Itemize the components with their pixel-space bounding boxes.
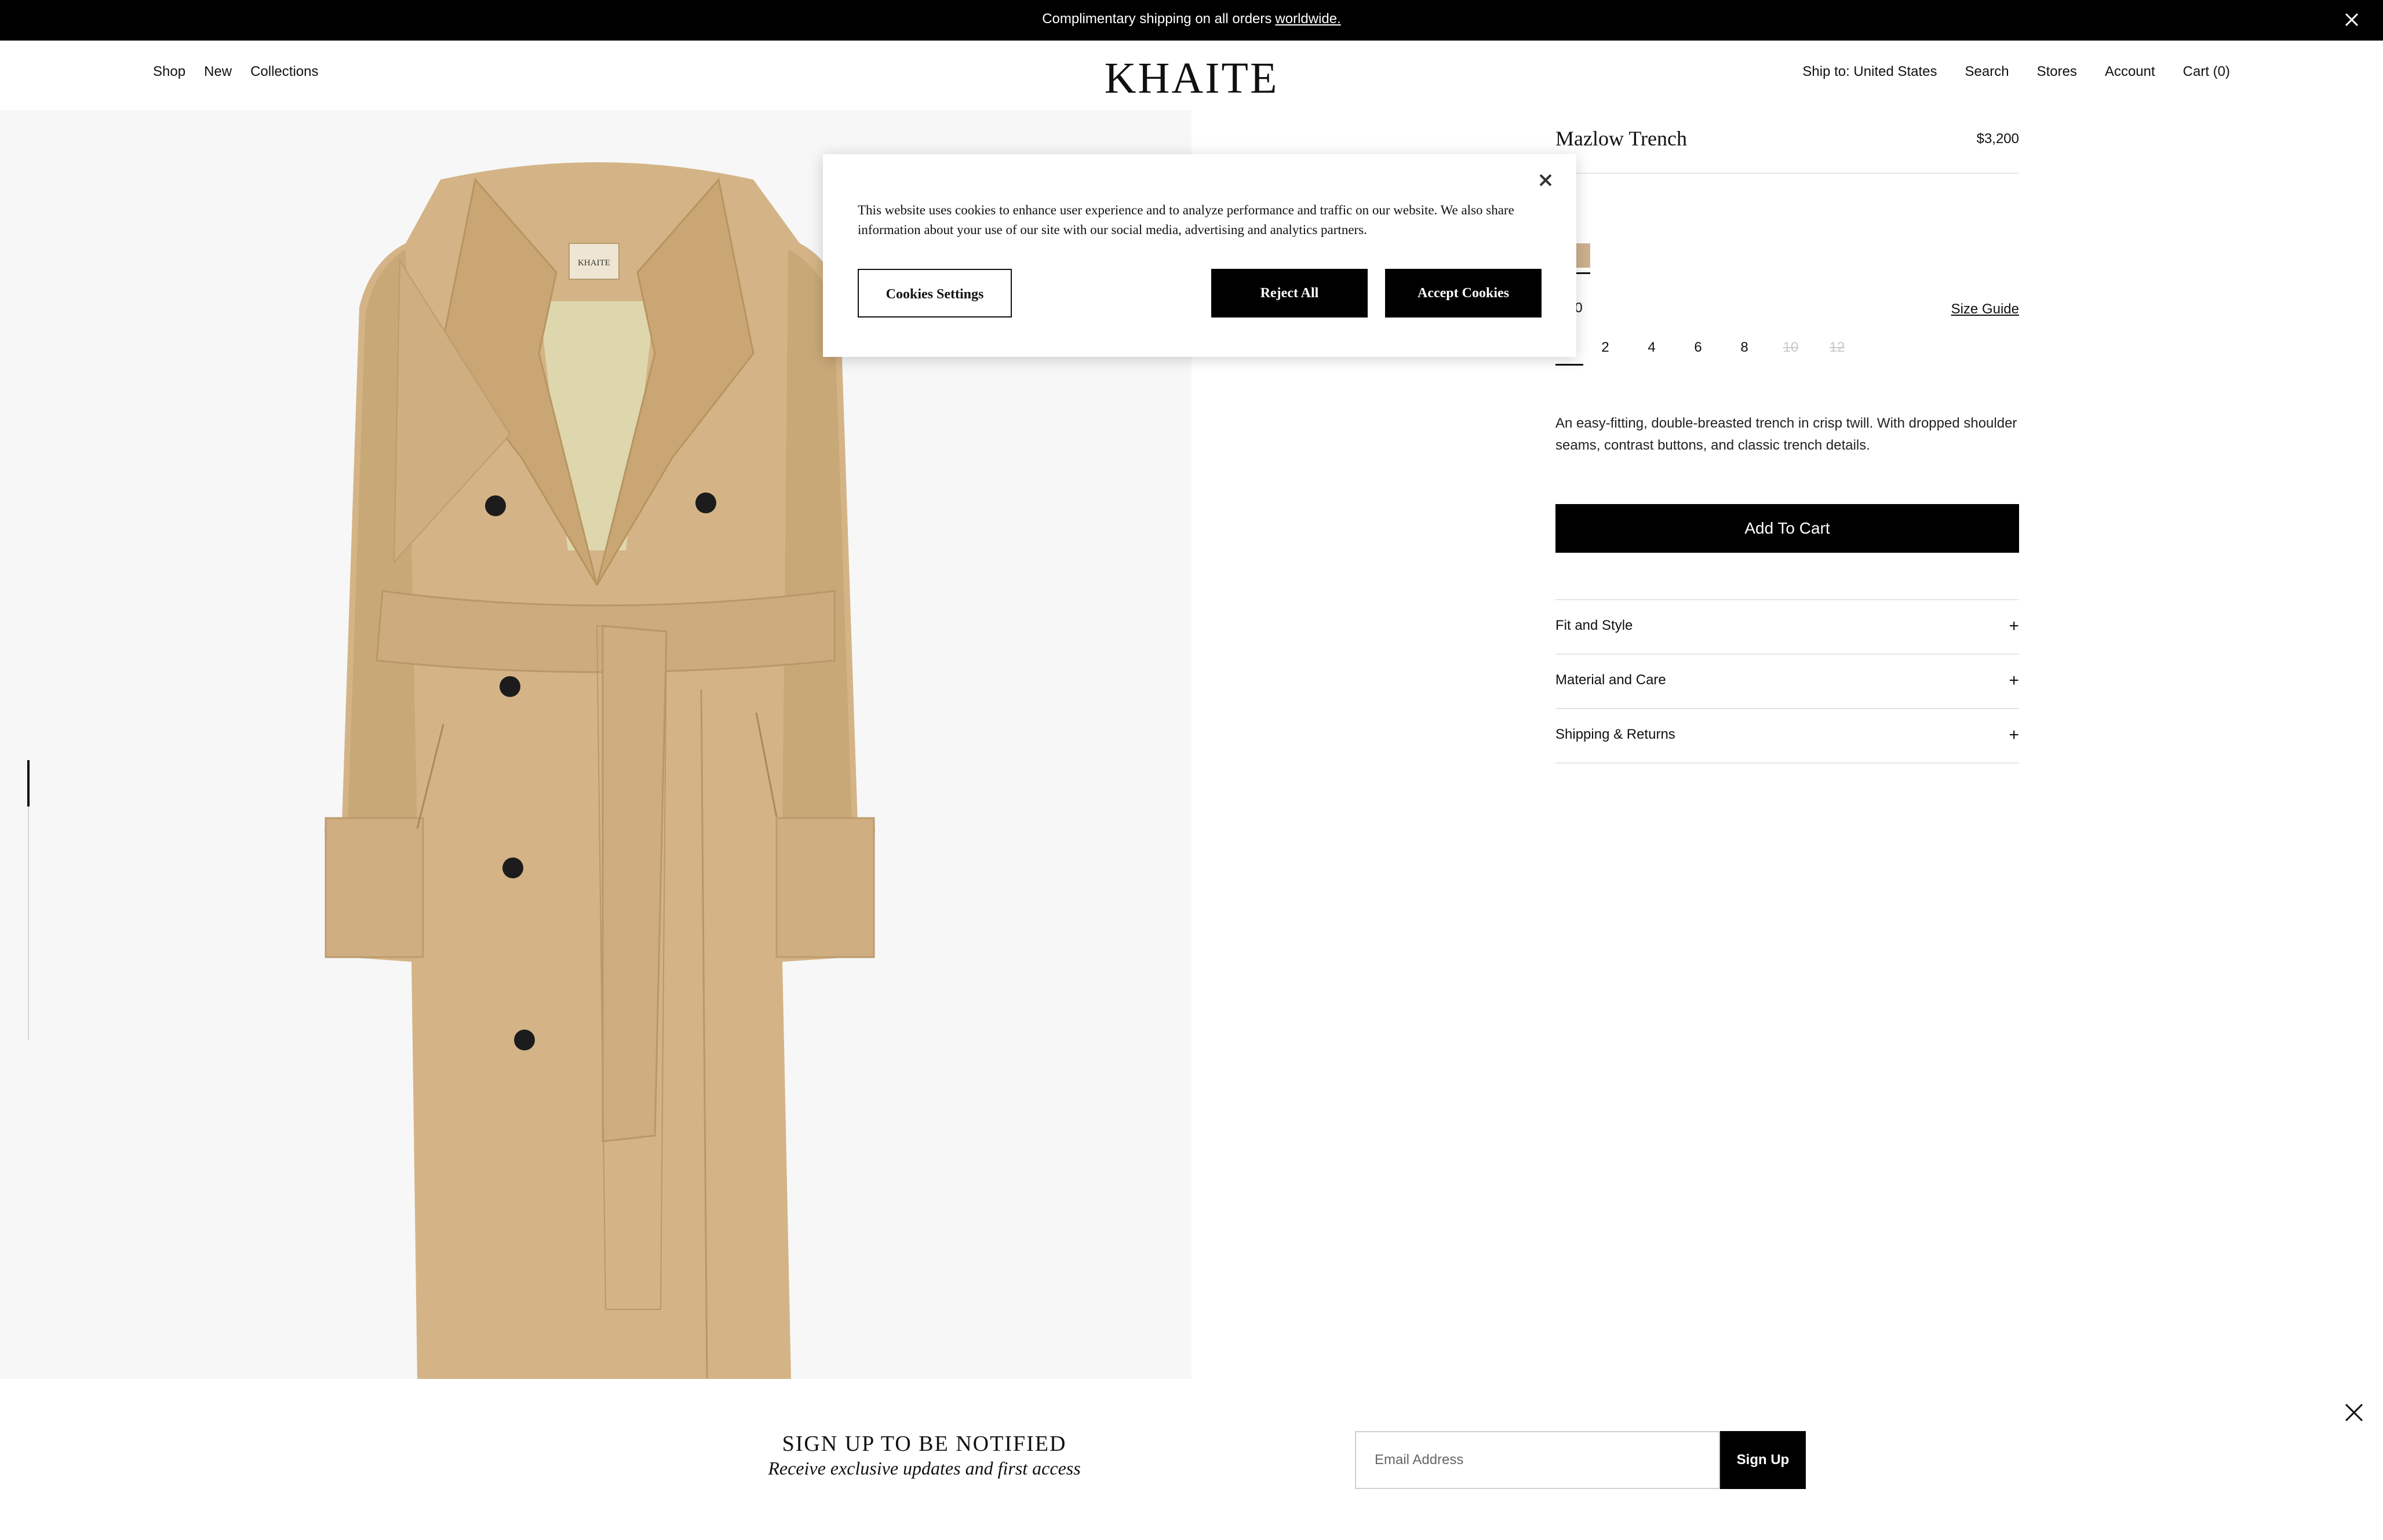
size-option-12[interactable]: 12 [1814,340,1860,356]
close-icon[interactable] [2340,8,2363,31]
product-description: An easy-fitting, double-breasted trench … [1555,415,2017,453]
signup-subheading: Receive exclusive updates and first acce… [768,1458,1081,1479]
primary-nav: Shop New Collections [153,64,318,80]
product-title: Mazlow Trench [1555,127,1687,150]
nav-search[interactable]: Search [1965,64,2009,80]
plus-icon: + [2009,616,2019,636]
gallery-progress-indicator [27,760,30,807]
plus-icon: + [2009,671,2019,690]
nav-ship-to[interactable]: Ship to: United States [1802,64,1937,80]
reject-all-button[interactable]: Reject All [1211,269,1368,318]
cookie-message: This website uses cookies to enhance use… [858,203,1514,237]
nav-new[interactable]: New [204,64,232,80]
coat-label: KHAITE [578,258,610,268]
size-option-8[interactable]: 8 [1721,340,1768,356]
announcement-text: Complimentary shipping on all orders [1042,11,1272,27]
accordion-label: Material and Care [1555,672,1666,688]
product-title-row: Mazlow Trench $3,200 [1555,126,2019,174]
nav-stores[interactable]: Stores [2037,64,2077,80]
signup-heading: SIGN UP TO BE NOTIFIED [782,1432,1067,1456]
size-selector: 2 4 6 8 10 12 [1555,340,1860,356]
site-header: Shop New Collections KHAITE Ship to: Uni… [0,41,2383,110]
announcement-link[interactable]: worldwide. [1275,11,1340,27]
nav-collections[interactable]: Collections [250,64,318,80]
brand-logo[interactable]: KHAITE [1102,52,1281,104]
accordion-material-and-care[interactable]: Material and Care + [1555,654,2019,708]
cookies-settings-button[interactable]: Cookies Settings [858,269,1012,318]
nav-shop[interactable]: Shop [153,64,185,80]
accept-cookies-button[interactable]: Accept Cookies [1385,269,1542,318]
accordion-shipping-returns[interactable]: Shipping & Returns + [1555,708,2019,764]
accordion-fit-and-style[interactable]: Fit and Style + [1555,599,2019,654]
size-guide-link[interactable]: Size Guide [1951,301,2019,318]
sign-up-button[interactable]: Sign Up [1720,1431,1806,1489]
plus-icon: + [2009,725,2019,745]
close-icon[interactable] [2341,1400,2367,1425]
nav-cart[interactable]: Cart (0) [2183,64,2230,80]
add-to-cart-button[interactable]: Add To Cart [1555,504,2019,553]
utility-nav: Ship to: United States Search Stores Acc… [1802,64,2230,80]
size-option-10[interactable]: 10 [1768,340,1814,356]
size-option-4[interactable]: 4 [1628,340,1675,356]
selected-size-indicator [1555,364,1583,366]
newsletter-signup-bar: SIGN UP TO BE NOTIFIED Receive exclusive… [0,1379,2383,1540]
email-field[interactable] [1355,1431,1720,1489]
product-price: $3,200 [1976,131,2019,147]
accordion-label: Shipping & Returns [1555,727,1675,742]
product-accordion: Fit and Style + Material and Care + Ship… [1555,599,2019,764]
announcement-bar: Complimentary shipping on all orders worl… [0,0,2383,41]
size-option-6[interactable]: 6 [1675,340,1721,356]
size-option-2[interactable]: 2 [1582,340,1628,356]
nav-account[interactable]: Account [2105,64,2155,80]
close-icon[interactable] [1537,171,1554,189]
cookie-consent-dialog: This website uses cookies to enhance use… [823,154,1576,357]
accordion-label: Fit and Style [1555,618,1633,633]
